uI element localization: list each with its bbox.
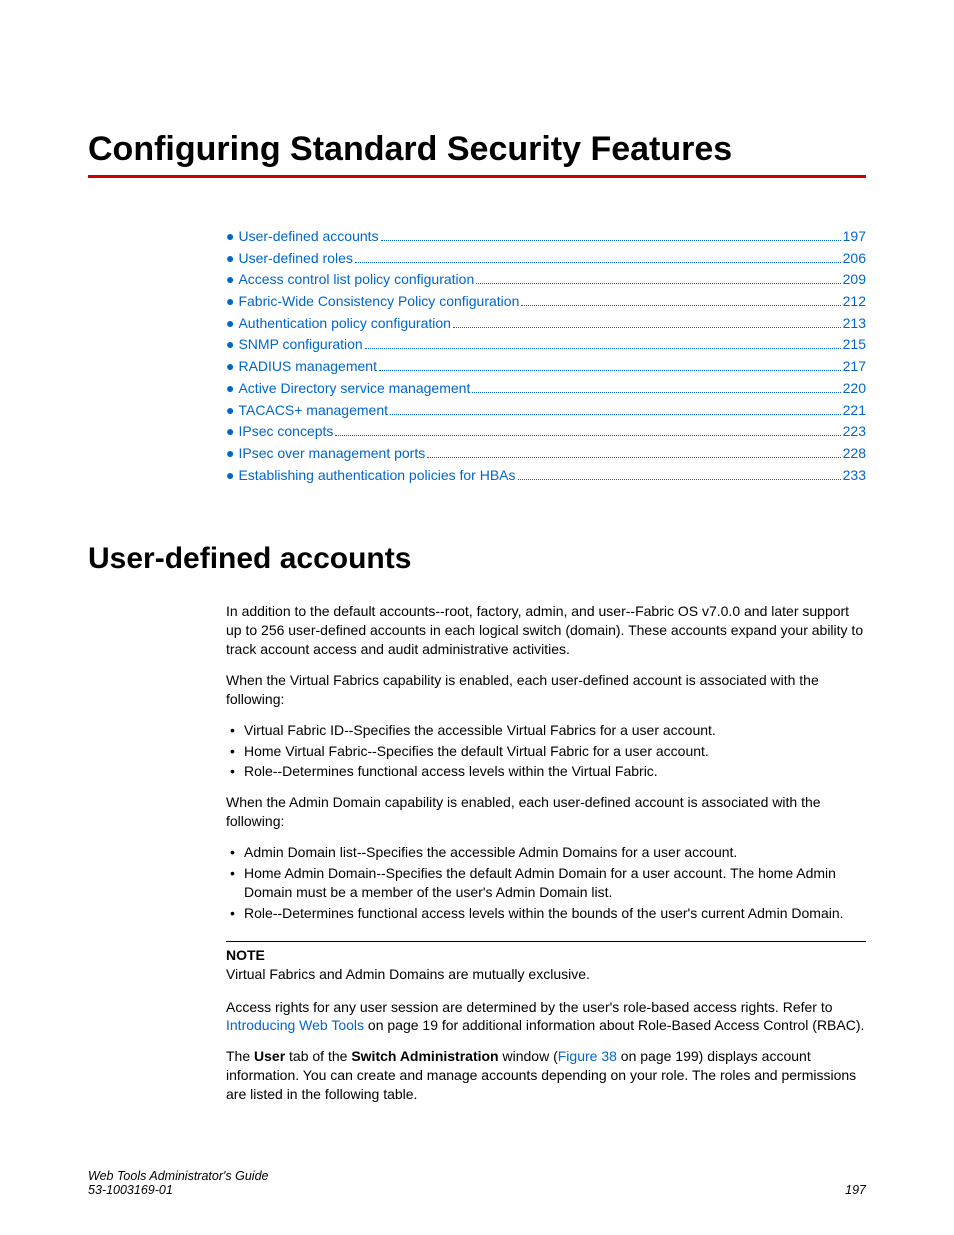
text-run: on page 19 for additional information ab… <box>364 1017 864 1033</box>
note-text: Virtual Fabrics and Admin Domains are mu… <box>226 965 866 984</box>
toc-page-number: 213 <box>843 313 866 335</box>
body-content: In addition to the default accounts--roo… <box>226 602 866 1104</box>
bullet-list: Virtual Fabric ID--Specifies the accessi… <box>226 721 866 782</box>
toc-page-number: 220 <box>843 378 866 400</box>
list-item: Home Virtual Fabric--Specifies the defau… <box>244 742 866 761</box>
title-rule <box>88 175 866 178</box>
paragraph: The User tab of the Switch Administratio… <box>226 1047 866 1104</box>
bullet-icon: ● <box>226 226 234 248</box>
toc-leader-dots <box>518 479 841 480</box>
toc-page-number: 212 <box>843 291 866 313</box>
list-item: Virtual Fabric ID--Specifies the accessi… <box>244 721 866 740</box>
toc-page-number: 228 <box>843 443 866 465</box>
section-title: User-defined accounts <box>88 542 866 576</box>
bullet-icon: ● <box>226 313 234 335</box>
toc-entry[interactable]: ●Fabric-Wide Consistency Policy configur… <box>226 291 866 313</box>
bullet-icon: ● <box>226 334 234 356</box>
chapter-title: Configuring Standard Security Features <box>88 130 866 169</box>
list-item: Admin Domain list--Specifies the accessi… <box>244 843 866 862</box>
toc-leader-dots <box>335 435 840 436</box>
table-of-contents: ●User-defined accounts197●User-defined r… <box>226 226 866 486</box>
toc-page-number: 217 <box>843 356 866 378</box>
toc-page-number: 223 <box>843 421 866 443</box>
bullet-list: Admin Domain list--Specifies the accessi… <box>226 843 866 923</box>
toc-entry[interactable]: ●TACACS+ management 221 <box>226 400 866 422</box>
toc-leader-dots <box>381 240 841 241</box>
list-item: Role--Determines functional access level… <box>244 762 866 781</box>
toc-label: User-defined accounts <box>238 226 378 248</box>
text-run: Access rights for any user session are d… <box>226 999 833 1015</box>
footer-doc-title: Web Tools Administrator's Guide <box>88 1169 268 1183</box>
toc-entry[interactable]: ●User-defined accounts 197 <box>226 226 866 248</box>
toc-page-number: 221 <box>843 400 866 422</box>
bullet-icon: ● <box>226 443 234 465</box>
toc-label: SNMP configuration <box>238 334 362 356</box>
toc-label: Fabric-Wide Consistency Policy configura… <box>238 291 519 313</box>
toc-leader-dots <box>472 392 840 393</box>
bullet-icon: ● <box>226 421 234 443</box>
toc-label: Establishing authentication policies for… <box>238 465 515 487</box>
toc-entry[interactable]: ●Active Directory service management 220 <box>226 378 866 400</box>
toc-label: Access control list policy configuration <box>238 269 474 291</box>
toc-entry[interactable]: ●User-defined roles 206 <box>226 248 866 270</box>
toc-label: Active Directory service management <box>238 378 470 400</box>
toc-leader-dots <box>427 457 840 458</box>
toc-entry[interactable]: ●Establishing authentication policies fo… <box>226 465 866 487</box>
footer-doc-number: 53-1003169-01 <box>88 1183 268 1197</box>
bold-text: User <box>254 1048 285 1064</box>
bold-text: Switch Administration <box>351 1048 498 1064</box>
toc-entry[interactable]: ●Authentication policy configuration 213 <box>226 313 866 335</box>
paragraph: When the Admin Domain capability is enab… <box>226 793 866 831</box>
toc-entry[interactable]: ●IPsec concepts 223 <box>226 421 866 443</box>
bullet-icon: ● <box>226 465 234 487</box>
toc-page-number: 197 <box>843 226 866 248</box>
bullet-icon: ● <box>226 248 234 270</box>
toc-leader-dots <box>521 305 840 306</box>
toc-page-number: 233 <box>843 465 866 487</box>
toc-entry[interactable]: ●Access control list policy configuratio… <box>226 269 866 291</box>
document-page: Configuring Standard Security Features ●… <box>0 0 954 1235</box>
toc-page-number: 215 <box>843 334 866 356</box>
paragraph: Access rights for any user session are d… <box>226 998 866 1036</box>
text-run: tab of the <box>285 1048 351 1064</box>
bullet-icon: ● <box>226 356 234 378</box>
toc-label: IPsec over management ports <box>238 443 425 465</box>
list-item: Home Admin Domain--Specifies the default… <box>244 864 866 902</box>
toc-entry[interactable]: ●IPsec over management ports 228 <box>226 443 866 465</box>
toc-leader-dots <box>379 370 841 371</box>
list-item: Role--Determines functional access level… <box>244 904 866 923</box>
paragraph: When the Virtual Fabrics capability is e… <box>226 671 866 709</box>
toc-entry[interactable]: ●RADIUS management 217 <box>226 356 866 378</box>
page-footer: Web Tools Administrator's Guide 53-10031… <box>88 1169 866 1197</box>
toc-leader-dots <box>390 414 841 415</box>
toc-leader-dots <box>355 262 841 263</box>
toc-page-number: 209 <box>843 269 866 291</box>
toc-entry[interactable]: ●SNMP configuration 215 <box>226 334 866 356</box>
bullet-icon: ● <box>226 269 234 291</box>
toc-leader-dots <box>476 283 840 284</box>
toc-label: Authentication policy configuration <box>238 313 450 335</box>
paragraph: In addition to the default accounts--roo… <box>226 602 866 659</box>
note-label: NOTE <box>226 946 866 965</box>
link-figure-38[interactable]: Figure 38 <box>558 1048 617 1064</box>
toc-label: User-defined roles <box>238 248 352 270</box>
bullet-icon: ● <box>226 378 234 400</box>
toc-page-number: 206 <box>843 248 866 270</box>
bullet-icon: ● <box>226 291 234 313</box>
toc-leader-dots <box>453 327 841 328</box>
footer-page-number: 197 <box>845 1183 866 1197</box>
note-rule <box>226 941 866 942</box>
toc-leader-dots <box>365 348 841 349</box>
toc-label: IPsec concepts <box>238 421 333 443</box>
link-introducing-web-tools[interactable]: Introducing Web Tools <box>226 1017 364 1033</box>
text-run: window ( <box>499 1048 558 1064</box>
toc-label: TACACS+ management <box>238 400 388 422</box>
text-run: The <box>226 1048 254 1064</box>
bullet-icon: ● <box>226 400 234 422</box>
toc-label: RADIUS management <box>238 356 377 378</box>
footer-left: Web Tools Administrator's Guide 53-10031… <box>88 1169 268 1197</box>
